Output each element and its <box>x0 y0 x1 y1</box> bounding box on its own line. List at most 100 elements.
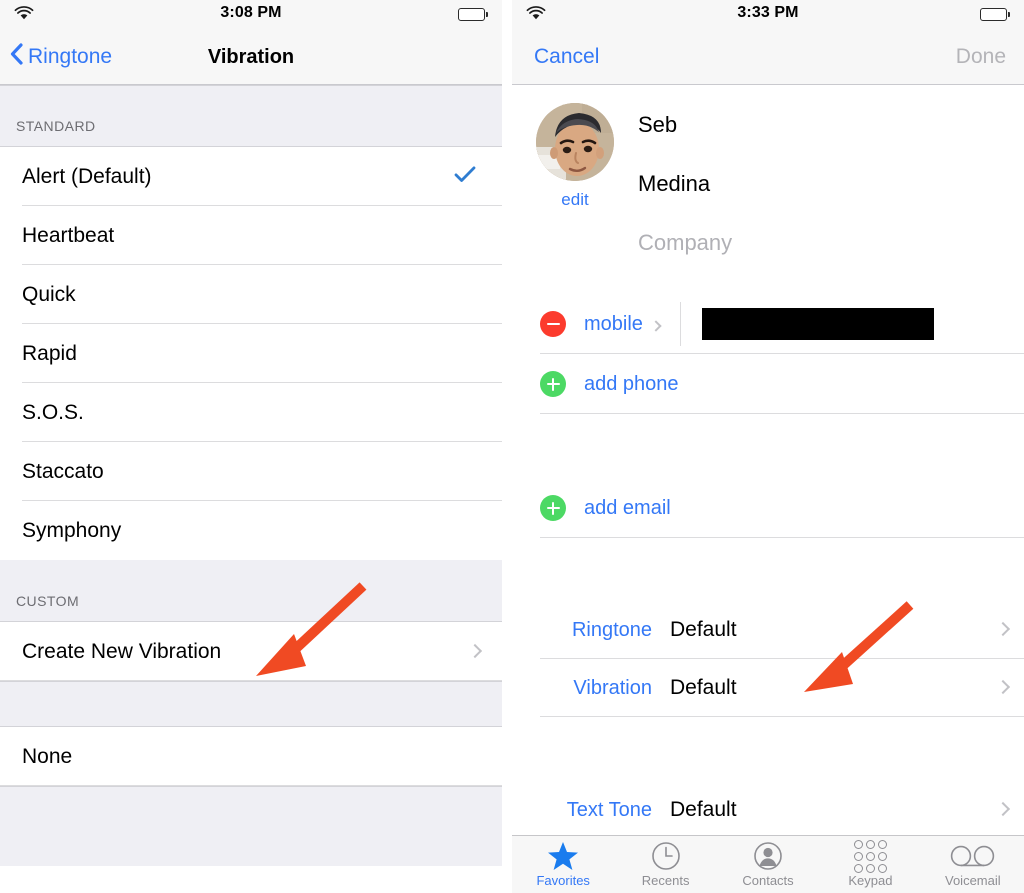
edit-photo-link[interactable]: edit <box>561 190 588 210</box>
create-new-vibration-row[interactable]: Create New Vibration <box>0 622 502 681</box>
clock-icon <box>651 841 681 871</box>
dual-screenshot-container: 3:08 PM Ringtone Vibration STANDARD Aler… <box>0 0 1024 893</box>
contact-avatar-photo[interactable] <box>536 103 614 181</box>
tab-contacts[interactable]: Contacts <box>717 841 819 888</box>
vibration-row-alert-default[interactable]: Alert (Default) <box>0 147 502 206</box>
add-phone-label: add phone <box>584 372 679 395</box>
ringtone-value: Default <box>670 618 737 641</box>
vibration-row-label: Alert (Default) <box>22 164 152 188</box>
plus-circle-icon[interactable] <box>540 495 566 521</box>
vibration-row-symphony[interactable]: Symphony <box>0 501 502 560</box>
text-tone-label: Text Tone <box>566 798 652 821</box>
add-phone-row[interactable]: add phone <box>512 354 1024 414</box>
bottom-spacer <box>0 786 502 866</box>
chevron-right-icon <box>467 643 483 661</box>
section-spacer <box>0 681 502 727</box>
vibration-row-label: Staccato <box>22 459 104 483</box>
tab-voicemail[interactable]: Voicemail <box>922 841 1024 888</box>
minus-circle-icon[interactable] <box>540 311 566 337</box>
vibration-value: Default <box>670 676 737 699</box>
tab-contacts-label: Contacts <box>742 873 794 888</box>
redacted-phone-number <box>702 308 934 340</box>
row-separator <box>0 785 502 786</box>
chevron-right-icon <box>995 801 1011 819</box>
section-header-custom: CUSTOM <box>0 560 502 622</box>
vibration-row-quick[interactable]: Quick <box>0 265 502 324</box>
vibration-row-label: Quick <box>22 282 76 306</box>
ringtone-row[interactable]: Ringtone Default <box>512 601 1024 659</box>
left-status-time: 3:08 PM <box>220 4 282 21</box>
tab-recents-label: Recents <box>641 873 690 888</box>
right-status-bar: 3:33 PM <box>512 0 1024 30</box>
vibration-row-label: Rapid <box>22 341 77 365</box>
field-divider <box>680 302 681 346</box>
tab-bar: Favorites Recents Contacts Keypad Voicem… <box>512 835 1024 893</box>
vibration-row-label: None <box>22 744 73 768</box>
add-email-row[interactable]: add email <box>512 478 1024 538</box>
vibration-row-rapid[interactable]: Rapid <box>0 324 502 383</box>
ringtone-label: Ringtone <box>571 618 652 641</box>
vibration-row-none[interactable]: None <box>0 727 502 786</box>
right-screenshot-contact-edit: 3:33 PM Cancel Done edit Seb Medina Comp… <box>512 0 1024 893</box>
text-tone-value: Default <box>670 798 737 821</box>
tab-keypad-label: Keypad <box>848 873 893 888</box>
chevron-right-icon <box>995 679 1011 697</box>
tab-voicemail-label: Voicemail <box>945 873 1001 888</box>
back-button-label: Ringtone <box>28 45 113 68</box>
phone-entry-row: mobile <box>512 294 1024 354</box>
chevron-right-icon <box>995 621 1011 639</box>
voicemail-icon <box>950 841 996 871</box>
company-field[interactable]: Company <box>638 213 1024 272</box>
panel-divider <box>502 0 512 893</box>
vibration-row-label: Symphony <box>22 518 122 542</box>
vibration-row[interactable]: Vibration Default <box>512 659 1024 717</box>
section-gap <box>512 414 1024 478</box>
create-new-vibration-label: Create New Vibration <box>22 639 222 663</box>
row-separator <box>540 537 1024 538</box>
row-separator <box>0 680 502 681</box>
section-gap <box>512 272 1024 294</box>
chevron-right-icon <box>650 313 662 336</box>
vibration-row-label: S.O.S. <box>22 400 84 424</box>
section-header-custom-label: CUSTOM <box>16 593 80 609</box>
done-button[interactable]: Done <box>956 45 1006 69</box>
vibration-row-staccato[interactable]: Staccato <box>0 442 502 501</box>
left-status-bar: 3:08 PM <box>0 0 502 30</box>
battery-icon <box>979 8 1010 21</box>
right-status-time: 3:33 PM <box>737 4 799 21</box>
tab-recents[interactable]: Recents <box>614 841 716 888</box>
section-header-standard-label: STANDARD <box>16 118 96 134</box>
vibration-label: Vibration <box>573 676 652 699</box>
add-email-label: add email <box>584 496 671 519</box>
vibration-row-label: Heartbeat <box>22 223 115 247</box>
checkmark-icon <box>454 165 476 188</box>
avatar-column: edit <box>512 95 638 272</box>
back-button[interactable]: Ringtone <box>10 43 112 71</box>
phone-label-button[interactable]: mobile <box>584 312 662 336</box>
tab-favorites-label: Favorites <box>536 873 590 888</box>
first-name-field[interactable]: Seb <box>638 95 1024 154</box>
keypad-icon <box>853 839 887 873</box>
left-screenshot-vibration-settings: 3:08 PM Ringtone Vibration STANDARD Aler… <box>0 0 502 893</box>
phone-label-text: mobile <box>584 312 643 335</box>
right-nav-bar: Cancel Done <box>512 30 1024 85</box>
chevron-left-icon <box>10 43 23 71</box>
vibration-row-sos[interactable]: S.O.S. <box>0 383 502 442</box>
vibration-row-heartbeat[interactable]: Heartbeat <box>0 206 502 265</box>
person-icon <box>753 841 783 871</box>
text-tone-row[interactable]: Text Tone Default <box>512 781 1024 839</box>
cancel-button[interactable]: Cancel <box>534 45 599 69</box>
section-gap <box>512 717 1024 781</box>
tab-favorites[interactable]: Favorites <box>512 841 614 888</box>
left-nav-bar: Ringtone Vibration <box>0 30 502 85</box>
star-icon <box>547 841 579 871</box>
tab-keypad[interactable]: Keypad <box>819 839 921 888</box>
battery-icon <box>457 8 488 21</box>
name-fields-group: Seb Medina Company <box>638 95 1024 272</box>
section-gap <box>512 538 1024 601</box>
section-header-standard: STANDARD <box>0 85 502 147</box>
plus-circle-icon[interactable] <box>540 371 566 397</box>
last-name-field[interactable]: Medina <box>638 154 1024 213</box>
row-separator <box>540 716 1024 717</box>
contact-header: edit Seb Medina Company <box>512 85 1024 272</box>
